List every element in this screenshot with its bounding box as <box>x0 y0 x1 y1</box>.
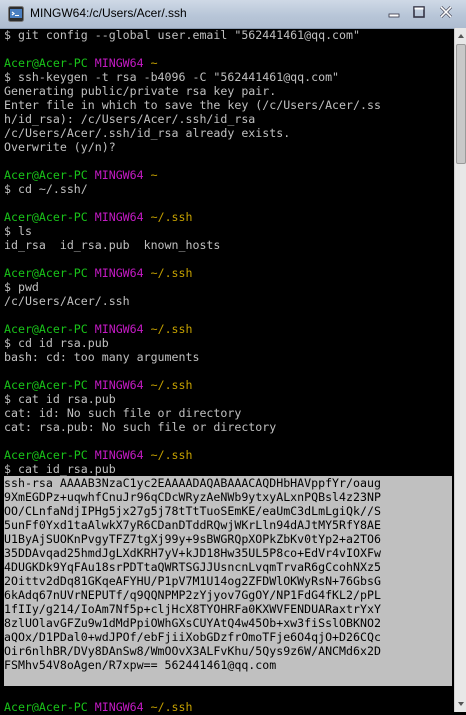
close-icon[interactable] <box>438 4 454 20</box>
prompt-shell: MINGW64 <box>94 168 144 182</box>
prompt-line: Acer@Acer-PC MINGW64 ~/.ssh <box>4 322 452 336</box>
output-line: /c/Users/Acer/.ssh/id_rsa already exists… <box>4 126 291 140</box>
terminal-output[interactable]: $ git config --global user.email "562441… <box>4 28 452 712</box>
window-title: MINGW64:/c/Users/Acer/.ssh <box>30 6 187 20</box>
prompt-user-host: Acer@Acer-PC <box>4 266 88 280</box>
prompt-shell: MINGW64 <box>94 266 144 280</box>
prompt-user-host: Acer@Acer-PC <box>4 322 88 336</box>
output-line: cat: id: No such file or directory <box>4 406 242 420</box>
prompt-shell: MINGW64 <box>94 56 144 70</box>
mingw-app-icon <box>8 6 24 22</box>
title-bar[interactable]: MINGW64:/c/Users/Acer/.ssh <box>0 0 466 29</box>
scrollbar-thumb[interactable] <box>456 44 466 164</box>
prompt-user-host: Acer@Acer-PC <box>4 56 88 70</box>
output-line: Generating public/private rsa key pair. <box>4 84 277 98</box>
output-line: id_rsa id_rsa.pub known_hosts <box>4 238 221 252</box>
prompt-line: Acer@Acer-PC MINGW64 ~/.ssh <box>4 378 452 392</box>
prompt-path: ~/.ssh <box>150 378 193 392</box>
command-line: $ git config --global user.email "562441… <box>4 28 360 42</box>
scroll-up-icon[interactable] <box>457 32 465 40</box>
prompt-path: ~/.ssh <box>150 700 193 712</box>
selected-output-line: 4DUGKDk9YqFAu18srPDTtaQWRTSGJJUsncnLvqmT… <box>4 560 452 574</box>
selected-output-line: 35DDAvqad25hmdJgLXdKRH7yV+kJD18Hw35UL5P8… <box>4 546 452 560</box>
command-line: $ cd id rsa.pub <box>4 336 109 350</box>
prompt-path: ~/.ssh <box>150 210 193 224</box>
command-line: $ pwd <box>4 280 39 294</box>
command-line: $ cat id rsa.pub <box>4 392 116 406</box>
command-line: $ ls <box>4 224 32 238</box>
prompt-line: Acer@Acer-PC MINGW64 ~ <box>4 168 452 182</box>
selected-output-line <box>4 672 452 686</box>
terminal-window: MINGW64:/c/Users/Acer/.ssh $ git config … <box>0 0 466 715</box>
prompt-shell: MINGW64 <box>94 448 144 462</box>
prompt-user-host: Acer@Acer-PC <box>4 448 88 462</box>
command-line: $ ssh-keygen -t rsa -b4096 -C "562441461… <box>4 70 340 84</box>
output-line: Enter file in which to save the key (/c/… <box>4 98 381 112</box>
prompt-path: ~/.ssh <box>150 448 193 462</box>
prompt-user-host: Acer@Acer-PC <box>4 210 88 224</box>
prompt-line: Acer@Acer-PC MINGW64 ~ <box>4 56 452 70</box>
output-line: h/id_rsa): /c/Users/Acer/.ssh/id_rsa <box>4 112 256 126</box>
prompt-shell: MINGW64 <box>94 210 144 224</box>
selected-output-line: 1fIIy/g214/IoAm7Nf5p+cljHcX8TYOHRFa0KXWV… <box>4 602 452 616</box>
prompt-path: ~ <box>150 168 158 182</box>
selected-output-line: 9XmEGDPz+uqwhfCnuJr96qCDcWRyzAeNWb9ytxyA… <box>4 490 452 504</box>
selected-output-line: U1ByAjSUOKnPvgyTFZ7tgXj99y+9sBWGRQpXOPkZ… <box>4 532 452 546</box>
selected-output-line: 8zlUOlavGFZu9w1dMdPpiOWhGXsCUYAtQ4w45Ob+… <box>4 616 452 630</box>
minimize-icon[interactable] <box>386 4 402 20</box>
prompt-shell: MINGW64 <box>94 700 144 712</box>
selected-output-line: 2Oittv2dDq81GKqeAFYHU/P1pV7M1U14og2ZFDWl… <box>4 574 452 588</box>
prompt-line: Acer@Acer-PC MINGW64 ~/.ssh <box>4 700 452 712</box>
command-line: $ cd ~/.ssh/ <box>4 182 88 196</box>
prompt-path: ~/.ssh <box>150 266 193 280</box>
prompt-line: Acer@Acer-PC MINGW64 ~/.ssh <box>4 266 452 280</box>
output-line: Overwrite (y/n)? <box>4 140 116 154</box>
prompt-shell: MINGW64 <box>94 322 144 336</box>
prompt-shell: MINGW64 <box>94 378 144 392</box>
vertical-scrollbar[interactable] <box>454 28 466 712</box>
command-line: $ cat id_rsa.pub <box>4 462 116 476</box>
prompt-user-host: Acer@Acer-PC <box>4 700 88 712</box>
prompt-path: ~/.ssh <box>150 322 193 336</box>
selected-output-line: aQOx/D1PDal0+wdJPOf/ebFjiiXobGDzfrOmoTFj… <box>4 630 452 644</box>
selected-output-line: 5unFf0Yxd1taAlwkX7yR6CDanDTddRQwjWKrLln9… <box>4 518 452 532</box>
output-line: cat: rsa.pub: No such file or directory <box>4 420 277 434</box>
selected-output-line: 6kAdq67nUVrNEPUTf/q9QQNPMP2zYjyov7GgOY/N… <box>4 588 452 602</box>
prompt-line: Acer@Acer-PC MINGW64 ~/.ssh <box>4 448 452 462</box>
prompt-line: Acer@Acer-PC MINGW64 ~/.ssh <box>4 210 452 224</box>
selected-output-line: ssh-rsa AAAAB3NzaC1yc2EAAAADAQABAAACAQDH… <box>4 476 452 490</box>
prompt-user-host: Acer@Acer-PC <box>4 378 88 392</box>
prompt-path: ~ <box>150 56 158 70</box>
output-line: /c/Users/Acer/.ssh <box>4 294 130 308</box>
selected-output-line: FSMhv54V8oAgen/R7xpw== 562441461@qq.com <box>4 658 452 672</box>
selected-output-line: Oir6nlhBR/DVy8DAnSw8/WmOOvX3ALFvKhu/5Qys… <box>4 644 452 658</box>
scroll-down-icon[interactable] <box>457 700 465 708</box>
prompt-user-host: Acer@Acer-PC <box>4 168 88 182</box>
selected-output-line: OO/CLnfaNdjIPHg5jx27g5j78tTtTuoSEmKE/eaU… <box>4 504 452 518</box>
output-line: bash: cd: too many arguments <box>4 350 200 364</box>
maximize-icon[interactable] <box>411 4 427 20</box>
